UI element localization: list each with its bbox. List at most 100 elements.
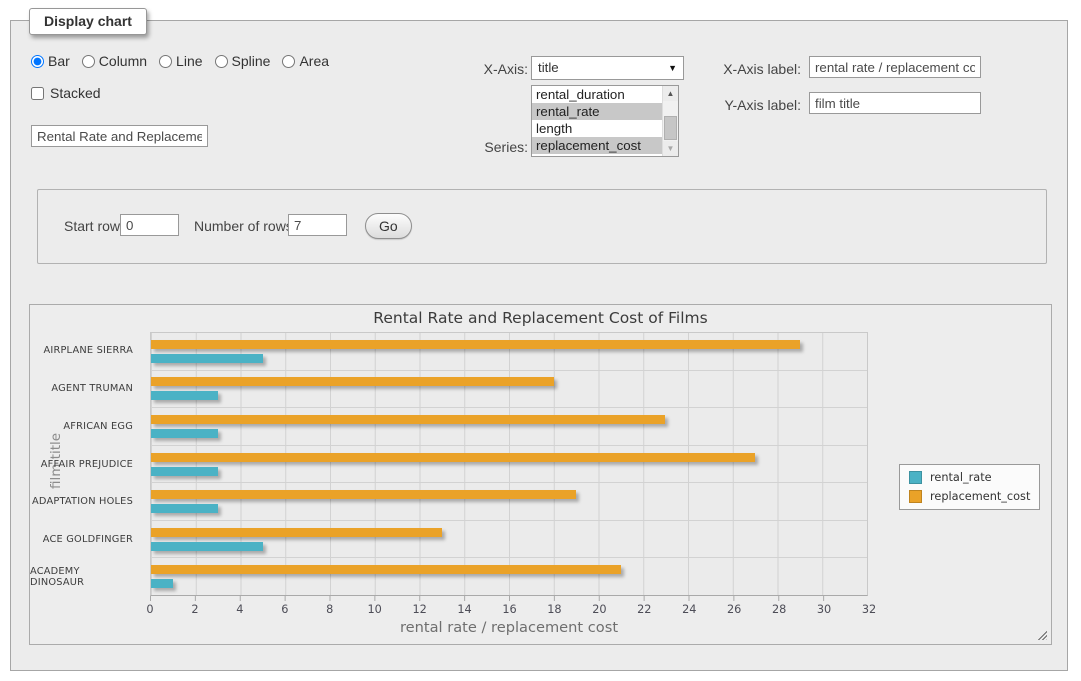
chart-type-option-bar: Bar [31,53,70,69]
bar-rental_rate [151,579,173,588]
chart-category-label: ADAPTATION HOLES [30,483,142,521]
number-of-rows-input[interactable] [288,214,347,236]
series-option-rental_duration[interactable]: rental_duration [532,86,662,103]
chart-title-input[interactable] [31,125,208,147]
chart-type-option-line: Line [159,53,202,69]
chart-category-labels: AIRPLANE SIERRAAGENT TRUMANAFRICAN EGGAF… [30,332,142,596]
chart-bar-row [151,558,867,595]
page: Display chart BarColumnLineSplineArea St… [0,0,1081,681]
series-listbox[interactable]: rental_durationrental_ratelengthreplacem… [531,85,679,157]
resize-handle-icon[interactable] [1036,629,1047,640]
bar-replacement_cost [151,490,576,499]
chart-category-label: ACADEMY DINOSAUR [30,558,142,596]
chart-type-radio-spline[interactable] [215,55,228,68]
bar-rental_rate [151,391,218,400]
row-controls-panel: Start row: Number of rows: Go [37,189,1047,264]
legend-label: rental_rate [930,471,992,484]
series-listbox-options: rental_durationrental_ratelengthreplacem… [532,86,662,156]
chart-x-tick-labels: 02468101214161820222426283032 [150,603,869,616]
display-chart-fieldset: Display chart BarColumnLineSplineArea St… [10,20,1068,671]
chart-category-label: AGENT TRUMAN [30,370,142,408]
chart-plot-area [150,332,868,596]
chart-category-label: ACE GOLDFINGER [30,521,142,559]
chart-category-label: AFFAIR PREJUDICE [30,445,142,483]
start-row-input[interactable] [120,214,179,236]
chart-x-tick: 4 [236,603,243,616]
chart-x-tick: 20 [592,603,606,616]
scrollbar-thumb[interactable] [664,116,677,140]
bar-replacement_cost [151,377,554,386]
series-option-rental_rate[interactable]: rental_rate [532,103,662,120]
bar-replacement_cost [151,565,621,574]
chart-bar-row [151,483,867,521]
bar-rental_rate [151,504,218,513]
chart-type-option-area: Area [282,53,329,69]
bar-replacement_cost [151,415,665,424]
chart-x-axis-label: rental rate / replacement cost [150,619,868,636]
chart-type-radio-bar[interactable] [31,55,44,68]
x-axis-label-input[interactable] [809,56,981,78]
chart-x-tick: 26 [727,603,741,616]
bar-replacement_cost [151,453,755,462]
chart-category-label: AFRICAN EGG [30,407,142,445]
legend-item-replacement_cost: replacement_cost [909,490,1030,503]
chart-x-tick-marks [150,596,868,601]
bar-rental_rate [151,542,263,551]
chart-x-tick: 10 [368,603,382,616]
start-row-label: Start row: [64,218,124,234]
x-axis-selected-value: title [538,60,559,75]
scrollbar-down-icon[interactable]: ▼ [663,141,678,156]
bar-replacement_cost [151,340,800,349]
chart-bar-row [151,371,867,409]
legend-swatch-icon [909,490,922,503]
chart-x-tick: 0 [146,603,153,616]
chart-type-group: Bar Column Line Spline Area [31,53,335,69]
chart-type-radio-label: Column [99,53,147,69]
chart-category-label: AIRPLANE SIERRA [30,332,142,370]
chart-x-tick: 32 [862,603,876,616]
x-axis-select[interactable]: title ▼ [531,56,684,80]
chart-x-tick: 16 [502,603,516,616]
chart-type-radio-column[interactable] [82,55,95,68]
bar-rental_rate [151,429,218,438]
chart-type-radio-line[interactable] [159,55,172,68]
chart-container: Rental Rate and Replacement Cost of Film… [29,304,1052,645]
chart-bar-row [151,333,867,371]
series-option-length[interactable]: length [532,120,662,137]
chart-type-radio-area[interactable] [282,55,295,68]
chart-type-option-column: Column [82,53,147,69]
bar-rental_rate [151,467,218,476]
legend-label: replacement_cost [930,490,1030,503]
legend-swatch-icon [909,471,922,484]
stacked-row: Stacked [31,85,101,101]
x-axis-label-label: X-Axis label: [671,61,801,77]
chart-x-tick: 6 [281,603,288,616]
chart-type-radio-label: Bar [48,53,70,69]
bar-replacement_cost [151,528,442,537]
stacked-checkbox[interactable] [31,87,44,100]
bar-rental_rate [151,354,263,363]
series-select-label: Series: [431,139,528,155]
chart-bar-row [151,521,867,559]
chart-type-radio-label: Spline [232,53,271,69]
chart-x-tick: 28 [772,603,786,616]
series-option-replacement_cost[interactable]: replacement_cost [532,137,662,154]
chart-type-option-spline: Spline [215,53,271,69]
chart-title: Rental Rate and Replacement Cost of Film… [30,309,1051,327]
number-of-rows-label: Number of rows: [194,218,297,234]
chart-x-tick: 22 [637,603,651,616]
stacked-label: Stacked [50,85,101,101]
legend-item-rental_rate: rental_rate [909,471,1030,484]
chart-x-tick: 14 [457,603,471,616]
chart-x-tick: 30 [817,603,831,616]
chart-bar-row [151,446,867,484]
chart-x-tick: 8 [326,603,333,616]
chart-bar-row [151,408,867,446]
chart-legend: rental_rate replacement_cost [899,464,1040,510]
chart-type-radio-label: Line [176,53,202,69]
chart-x-tick: 2 [191,603,198,616]
chart-type-radio-label: Area [299,53,329,69]
chart-x-tick: 18 [547,603,561,616]
y-axis-label-input[interactable] [809,92,981,114]
go-button[interactable]: Go [365,213,412,239]
